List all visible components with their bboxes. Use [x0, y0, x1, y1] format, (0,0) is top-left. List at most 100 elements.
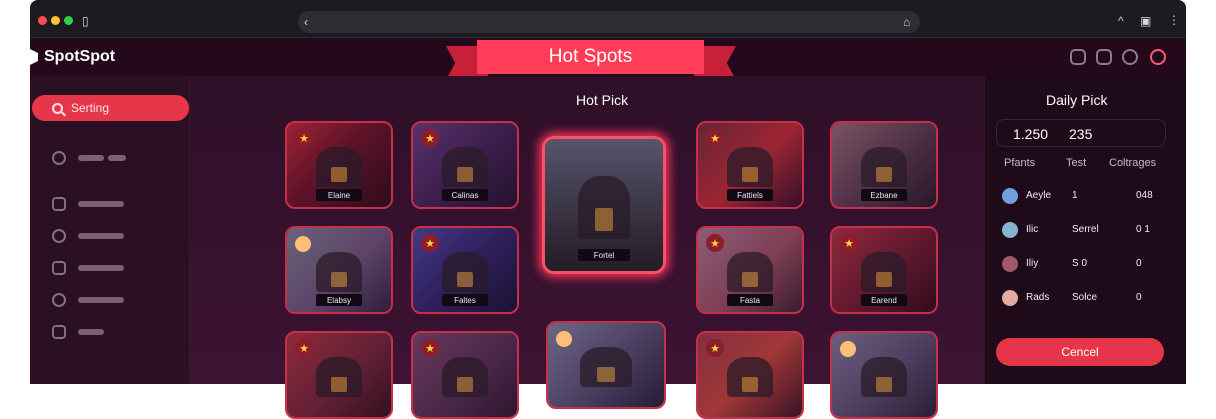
- chevron-up-icon[interactable]: ^: [1118, 14, 1124, 28]
- daily-stats: 1.250 235: [996, 119, 1166, 147]
- row-value: 1: [1072, 190, 1078, 201]
- spot-card[interactable]: ★ Fasta: [696, 226, 804, 314]
- search-label: Serting: [71, 101, 110, 115]
- spot-card[interactable]: ★: [696, 331, 804, 419]
- minimize-window-icon[interactable]: [51, 16, 60, 25]
- sidebar-item-label: [78, 297, 124, 303]
- window-icon[interactable]: ▣: [1140, 14, 1151, 28]
- column-header: Coltrages: [1109, 157, 1157, 169]
- sidebar-item[interactable]: [52, 325, 104, 339]
- shield-icon[interactable]: [1096, 49, 1112, 65]
- sidebar-item[interactable]: [52, 229, 124, 243]
- stat-secondary: 235: [1069, 126, 1093, 142]
- banner-title: Hot Spots: [477, 40, 704, 74]
- card-label: Fattiels: [727, 189, 773, 201]
- app-logo[interactable]: SpotSpot: [18, 48, 115, 66]
- row-value: 0 1: [1136, 224, 1150, 235]
- moon-icon: [840, 341, 856, 357]
- row-name: Iliy: [1026, 258, 1039, 269]
- sidebar-item[interactable]: [52, 293, 124, 307]
- sidebar-item[interactable]: [52, 261, 124, 275]
- spot-card[interactable]: ★ Calinas: [411, 121, 519, 209]
- sidebar-item[interactable]: [52, 197, 124, 211]
- stat-primary: 1.250: [1013, 126, 1049, 142]
- notification-icon[interactable]: [1150, 49, 1166, 65]
- shield-icon: [52, 261, 66, 275]
- spot-card[interactable]: ★ Earend: [830, 226, 938, 314]
- spot-card[interactable]: [546, 321, 666, 409]
- sidebar-item-label: [78, 201, 124, 207]
- spot-card[interactable]: ★ Fattiels: [696, 121, 804, 209]
- card-label: Elaine: [316, 189, 362, 201]
- avatar: [1002, 188, 1018, 204]
- featured-card-label: Fortel: [578, 249, 630, 261]
- star-icon: ★: [421, 129, 439, 147]
- star-icon: ★: [840, 234, 858, 252]
- card-label: Fasta: [727, 294, 773, 306]
- card-label: Earend: [861, 294, 907, 306]
- row-name: Rads: [1026, 292, 1050, 303]
- bulb-icon: [52, 293, 66, 307]
- row-value: 0: [1136, 292, 1142, 303]
- spot-card[interactable]: Ezbane: [830, 121, 938, 209]
- smile-icon[interactable]: [1122, 49, 1138, 65]
- daily-pick-title: Daily Pick: [1046, 92, 1108, 108]
- sidebar-item-label: [78, 265, 124, 271]
- more-menu-icon[interactable]: ⋮: [1168, 13, 1180, 27]
- row-value: S 0: [1072, 258, 1088, 269]
- star-icon: ★: [295, 129, 313, 147]
- moon-icon: [295, 236, 311, 252]
- spot-card[interactable]: ★: [411, 331, 519, 419]
- star-icon: ★: [706, 129, 724, 147]
- column-header: Test: [1066, 157, 1087, 169]
- sidebar-item[interactable]: [52, 151, 126, 165]
- avatar: [1002, 256, 1018, 272]
- star-icon: ★: [421, 234, 439, 252]
- address-bar[interactable]: ‹ ⌂: [298, 11, 920, 33]
- spot-card[interactable]: ★ Elaine: [285, 121, 393, 209]
- app-name: SpotSpot: [44, 48, 116, 65]
- card-label: Elabsy: [316, 294, 362, 306]
- sidebar-item-label: [78, 233, 124, 239]
- share-icon[interactable]: ⌂: [903, 15, 910, 29]
- spot-card[interactable]: [830, 331, 938, 419]
- hot-spots-banner: Hot Spots: [446, 40, 736, 80]
- row-value: 048: [1136, 190, 1153, 201]
- back-icon[interactable]: ‹: [304, 15, 308, 29]
- tab-icon[interactable]: ▯: [82, 14, 89, 28]
- card-label: Faltes: [442, 294, 488, 306]
- spot-card[interactable]: ★ Faltes: [411, 226, 519, 314]
- cancel-button[interactable]: Cencel: [996, 338, 1164, 366]
- daily-row[interactable]: Aeyle 1 048: [1000, 187, 1160, 205]
- clock-icon: [52, 151, 66, 165]
- sidebar-item-label: [108, 155, 126, 161]
- avatar: [1002, 290, 1018, 306]
- star-icon: ★: [421, 339, 439, 357]
- column-header: Pfants: [1004, 157, 1036, 169]
- spot-card[interactable]: Elabsy: [285, 226, 393, 314]
- search-icon: [52, 102, 63, 114]
- sidebar-item-label: [78, 155, 104, 161]
- hot-pick-title: Hot Pick: [576, 92, 629, 108]
- row-value: 0: [1136, 258, 1142, 269]
- daily-row[interactable]: Rads Solce 0: [1000, 289, 1160, 307]
- avatar: [1002, 222, 1018, 238]
- row-value: Solce: [1072, 292, 1098, 303]
- close-window-icon[interactable]: [38, 16, 47, 25]
- daily-row[interactable]: Ilic Serrel 0 1: [1000, 221, 1160, 239]
- maximize-window-icon[interactable]: [64, 16, 73, 25]
- row-name: Ilic: [1026, 224, 1039, 235]
- search-button[interactable]: Serting: [32, 95, 189, 121]
- calendar-icon: [52, 197, 66, 211]
- card-label: Calinas: [442, 189, 488, 201]
- row-value: Serrel: [1072, 224, 1099, 235]
- daily-row[interactable]: Iliy S 0 0: [1000, 255, 1160, 273]
- featured-spot-card[interactable]: Fortel: [542, 136, 666, 274]
- browser-chrome: ▯ ‹ ⌂ ^ ▣ ⋮: [30, 0, 1186, 38]
- spot-card[interactable]: ★: [285, 331, 393, 419]
- star-icon: ★: [295, 339, 313, 357]
- globe-icon: [52, 229, 66, 243]
- profile-icon[interactable]: [1070, 49, 1086, 65]
- row-name: Aeyle: [1026, 190, 1052, 201]
- sidebar-item-label: [78, 329, 104, 335]
